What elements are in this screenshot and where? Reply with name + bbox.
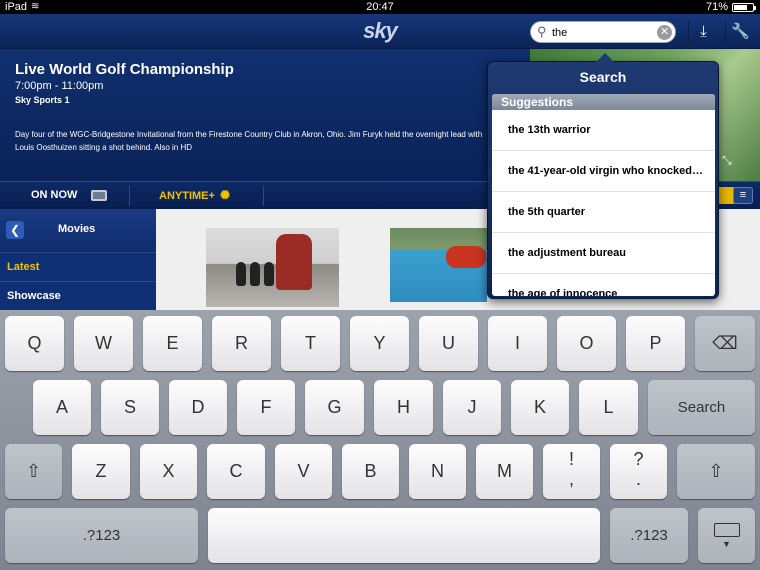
key-k[interactable]: K bbox=[511, 380, 569, 435]
sidenav-header: ❮ Movies bbox=[0, 209, 156, 252]
key-top-symbol: ? bbox=[633, 449, 644, 469]
sun-icon: ✺ bbox=[220, 188, 231, 202]
suggestions-header: Suggestions bbox=[492, 94, 715, 110]
suggestion-item[interactable]: the age of innocence bbox=[492, 274, 715, 296]
key-s[interactable]: S bbox=[101, 380, 159, 435]
suggestion-item[interactable]: the adjustment bureau bbox=[492, 233, 715, 274]
key-b[interactable]: B bbox=[342, 444, 399, 499]
key-u[interactable]: U bbox=[419, 316, 478, 371]
key-l[interactable]: L bbox=[579, 380, 638, 435]
key-x[interactable]: X bbox=[140, 444, 197, 499]
question-period-key[interactable]: ? . bbox=[610, 444, 667, 499]
key-f[interactable]: F bbox=[237, 380, 295, 435]
key-o[interactable]: O bbox=[557, 316, 616, 371]
numbers-key-left[interactable]: .?123 bbox=[5, 508, 198, 563]
key-j[interactable]: J bbox=[443, 380, 501, 435]
key-w[interactable]: W bbox=[74, 316, 133, 371]
status-clock: 20:47 bbox=[366, 1, 394, 13]
backspace-icon: ⌫ bbox=[712, 333, 738, 353]
search-input[interactable] bbox=[552, 24, 652, 41]
sidebar-item-latest[interactable]: Latest bbox=[0, 252, 156, 280]
status-bar: iPad ≋ 20:47 71% bbox=[0, 0, 760, 14]
space-bar[interactable] bbox=[208, 508, 600, 563]
battery-fill bbox=[734, 5, 747, 10]
sidebar-item-showcase[interactable]: Showcase bbox=[0, 281, 156, 309]
programme-description: Day four of the WGC-Bridgestone Invitati… bbox=[15, 130, 483, 152]
key-t[interactable]: T bbox=[281, 316, 340, 371]
category-title: Movies bbox=[58, 223, 96, 235]
side-navigation: ❮ Movies Latest Showcase bbox=[0, 209, 156, 310]
search-popover: Search Suggestions the 13th warrior the … bbox=[487, 53, 719, 299]
app-header: sky ⚲ ✕ ⤓ 🔧 bbox=[0, 14, 760, 49]
thumbnail-figure bbox=[250, 262, 260, 286]
popover-title: Search bbox=[579, 69, 627, 85]
suggestion-item[interactable]: the 41-year-old virgin who knocked up sa… bbox=[492, 151, 715, 192]
backspace-key[interactable]: ⌫ bbox=[695, 316, 755, 371]
tv-icon bbox=[90, 189, 107, 201]
key-z[interactable]: Z bbox=[72, 444, 130, 499]
search-key[interactable]: Search bbox=[648, 380, 755, 435]
download-button[interactable]: ⤓ bbox=[688, 20, 718, 44]
shift-key[interactable]: ⇧ bbox=[5, 444, 62, 499]
search-box[interactable]: ⚲ ✕ bbox=[530, 21, 676, 43]
numbers-key-right[interactable]: .?123 bbox=[610, 508, 688, 563]
key-top-symbol: ! bbox=[568, 449, 574, 469]
key-c[interactable]: C bbox=[207, 444, 265, 499]
key-bottom-symbol: , bbox=[568, 469, 574, 489]
shift-key-right[interactable]: ⇧ bbox=[677, 444, 755, 499]
key-r[interactable]: R bbox=[212, 316, 271, 371]
clear-search-icon[interactable]: ✕ bbox=[657, 25, 672, 40]
back-arrow-icon[interactable]: ❮ bbox=[6, 221, 24, 239]
settings-button[interactable]: 🔧 bbox=[725, 20, 755, 44]
programme-title: Live World Golf Championship bbox=[15, 61, 234, 78]
programme-channel: Sky Sports 1 bbox=[15, 95, 70, 105]
key-v[interactable]: V bbox=[275, 444, 332, 499]
suggestions-list: Suggestions the 13th warrior the 41-year… bbox=[492, 94, 715, 296]
key-g[interactable]: G bbox=[305, 380, 364, 435]
battery-percent: 71% bbox=[705, 1, 728, 13]
shift-icon: ⇧ bbox=[708, 461, 724, 481]
key-bottom-symbol: . bbox=[635, 469, 641, 489]
thumbnail-figure bbox=[276, 234, 312, 290]
movie-thumbnail[interactable] bbox=[390, 228, 487, 302]
key-i[interactable]: I bbox=[488, 316, 547, 371]
key-n[interactable]: N bbox=[409, 444, 466, 499]
key-m[interactable]: M bbox=[476, 444, 533, 499]
hide-keyboard-key[interactable]: ▼ bbox=[698, 508, 755, 563]
onscreen-keyboard: Q W E R T Y U I O P ⌫ A S D F G H J K L … bbox=[0, 310, 760, 570]
expand-icon[interactable]: ⤡ bbox=[722, 153, 732, 168]
tab-divider bbox=[129, 186, 130, 206]
key-d[interactable]: D bbox=[169, 380, 227, 435]
thumbnail-figure bbox=[264, 262, 274, 286]
tab-divider bbox=[263, 186, 264, 206]
suggestion-item[interactable]: the 13th warrior bbox=[492, 110, 715, 151]
key-a[interactable]: A bbox=[33, 380, 91, 435]
thumbnail-figure bbox=[446, 246, 486, 268]
battery-icon bbox=[732, 3, 756, 12]
download-icon: ⤓ bbox=[700, 23, 707, 40]
thumbnail-figure bbox=[236, 262, 246, 286]
suggestion-item[interactable]: the 5th quarter bbox=[492, 192, 715, 233]
keyboard-icon bbox=[713, 523, 740, 537]
tab-anytime-label: ANYTIME+ bbox=[159, 190, 215, 202]
wrench-icon: 🔧 bbox=[731, 23, 750, 40]
chevron-down-icon: ▼ bbox=[722, 539, 731, 549]
exclamation-comma-key[interactable]: ! , bbox=[543, 444, 600, 499]
key-q[interactable]: Q bbox=[5, 316, 64, 371]
programme-time: 7:00pm - 11:00pm bbox=[15, 80, 104, 92]
search-icon: ⚲ bbox=[537, 24, 547, 39]
shift-icon: ⇧ bbox=[25, 461, 42, 481]
tab-on-now[interactable]: ON NOW bbox=[31, 182, 107, 209]
key-e[interactable]: E bbox=[143, 316, 202, 371]
key-h[interactable]: H bbox=[374, 380, 433, 435]
movie-thumbnail[interactable] bbox=[206, 228, 339, 307]
key-p[interactable]: P bbox=[626, 316, 685, 371]
list-view-icon[interactable]: ≡ bbox=[733, 187, 753, 204]
key-y[interactable]: Y bbox=[350, 316, 409, 371]
tab-anytime[interactable]: ANYTIME+ ✺ bbox=[159, 182, 230, 209]
popover-arrow bbox=[596, 53, 614, 62]
tab-on-now-label: ON NOW bbox=[31, 189, 78, 201]
